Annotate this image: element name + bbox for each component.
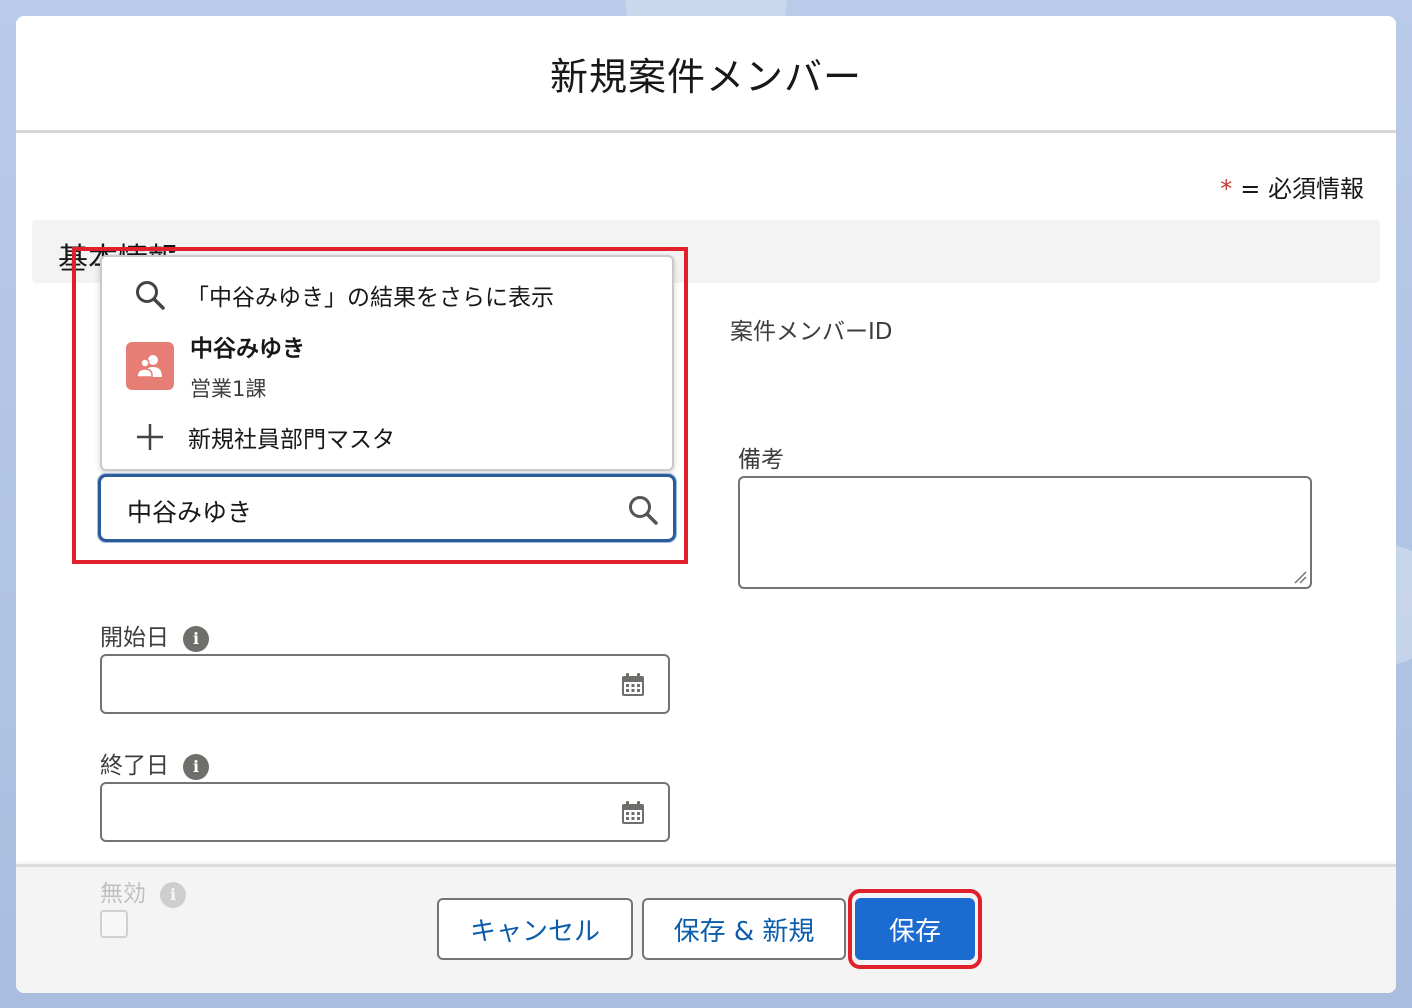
inactive-checkbox[interactable] [100, 910, 128, 938]
start-date-label: 開始日 [100, 625, 169, 651]
info-icon[interactable]: i [183, 753, 209, 780]
info-icon[interactable]: i [183, 625, 209, 652]
notes-label: 備考 [738, 447, 784, 473]
resize-grip-icon[interactable] [1293, 570, 1307, 584]
start-date-field-label: 開始日 i [100, 618, 209, 652]
modal-title: 新規案件メンバー [549, 54, 862, 99]
required-legend: * = 必須情報 [1220, 169, 1364, 204]
calendar-icon[interactable] [620, 672, 646, 698]
inactive-label: 無効 [100, 881, 146, 907]
inactive-field-label: 無効 i [100, 874, 186, 908]
cancel-button[interactable]: キャンセル [437, 898, 633, 960]
save-button-highlight [848, 889, 982, 969]
modal-header: 新規案件メンバー [16, 16, 1396, 133]
calendar-icon[interactable] [620, 800, 646, 826]
end-date-field-label: 終了日 i [100, 746, 209, 780]
notes-textarea[interactable] [738, 476, 1312, 589]
required-legend-text: = 必須情報 [1240, 175, 1364, 203]
save-and-new-button[interactable]: 保存 & 新規 [642, 898, 846, 960]
info-icon[interactable]: i [160, 881, 186, 908]
lookup-highlight [72, 247, 688, 564]
end-date-input[interactable] [100, 782, 670, 842]
end-date-label: 終了日 [100, 753, 169, 779]
start-date-input[interactable] [100, 654, 670, 714]
required-star: * [1220, 175, 1233, 203]
member-id-label: 案件メンバーID [730, 319, 893, 345]
